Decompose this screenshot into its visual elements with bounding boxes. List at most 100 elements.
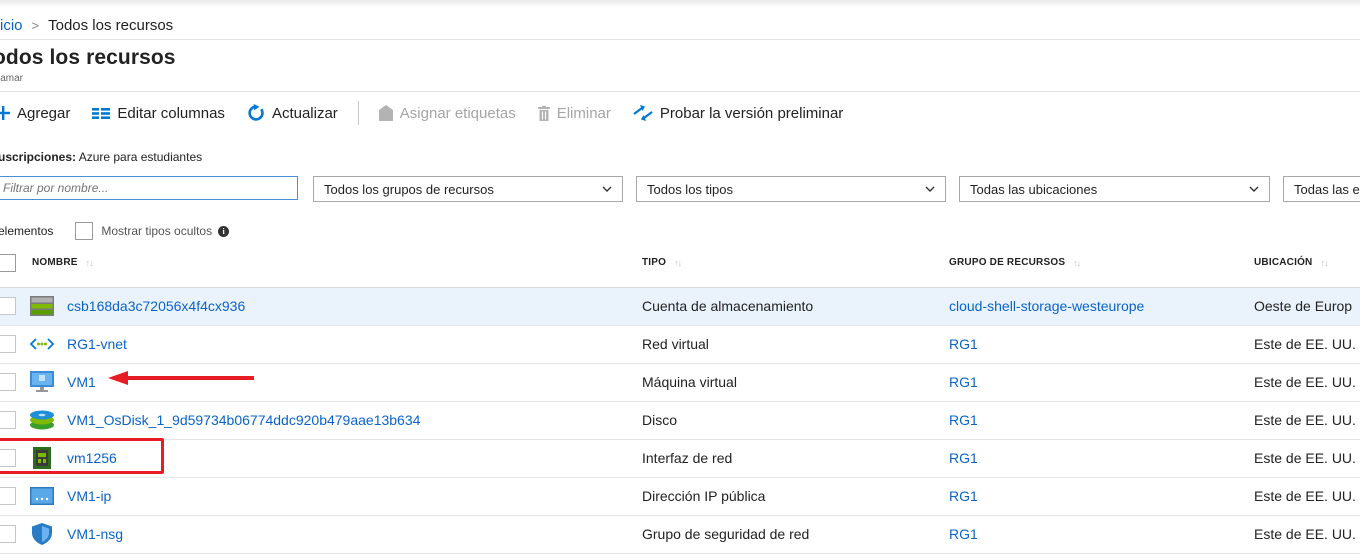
divider xyxy=(0,39,1360,40)
resource-name-link[interactable]: VM1-nsg xyxy=(67,526,123,542)
resource-name-link[interactable]: VM1-ip xyxy=(67,488,111,504)
resource-name-link[interactable]: VM1_OsDisk_1_9d59734b06774ddc920b479aae1… xyxy=(67,412,420,428)
page-title: odos los recursos xyxy=(0,46,176,69)
row-checkbox[interactable] xyxy=(0,297,16,315)
subscriptions-value: Azure para estudiantes xyxy=(78,150,203,164)
resource-groups-dropdown[interactable]: Todos los grupos de recursos xyxy=(313,176,623,202)
chevron-down-icon xyxy=(602,186,612,192)
resource-type: Red virtual xyxy=(642,336,709,352)
types-value: Todos los tipos xyxy=(647,181,733,197)
sort-arrows-icon: ↑↓ xyxy=(1073,257,1081,268)
sort-arrows-icon: ↑↓ xyxy=(1320,257,1328,268)
column-header-type-label: TIPO xyxy=(642,257,667,268)
row-checkbox[interactable] xyxy=(0,525,16,543)
column-header-type[interactable]: TIPO ↑↓ xyxy=(642,257,682,268)
resource-group-link[interactable]: RG1 xyxy=(949,450,978,466)
add-button-label: Agregar xyxy=(17,104,71,122)
info-icon[interactable]: i xyxy=(218,225,230,237)
column-header-group[interactable]: GRUPO DE RECURSOS ↑↓ xyxy=(949,257,1081,268)
public-ip-icon xyxy=(30,485,54,507)
column-header-name-label: NOMBRE xyxy=(32,257,78,268)
edit-columns-button[interactable]: Editar columnas xyxy=(92,105,225,122)
chevron-down-icon xyxy=(1249,186,1259,192)
table-row[interactable]: VM1_OsDisk_1_9d59734b06774ddc920b479aae1… xyxy=(0,402,1360,440)
locations-dropdown[interactable]: Todas las ubicaciones xyxy=(959,176,1270,202)
preview-arrows-icon xyxy=(633,105,653,121)
resource-location: Oeste de Europ xyxy=(1254,298,1353,314)
resource-name-link[interactable]: RG1-vnet xyxy=(67,336,127,352)
delete-label: Eliminar xyxy=(556,104,611,122)
page-subtitle: jamar xyxy=(0,73,24,84)
resource-group-link[interactable]: cloud-shell-storage-westeurope xyxy=(949,298,1144,314)
resource-group-link[interactable]: RG1 xyxy=(949,488,978,504)
tags-dropdown[interactable]: Todas las e xyxy=(1283,176,1360,202)
resource-type: Dirección IP pública xyxy=(642,488,766,504)
resource-location: Este de EE. UU. xyxy=(1254,450,1356,466)
resource-location: Este de EE. UU. xyxy=(1254,412,1356,428)
delete-button[interactable]: Eliminar xyxy=(537,104,611,122)
top-edge xyxy=(0,0,1360,8)
row-checkbox[interactable] xyxy=(0,411,16,429)
filter-by-name-input[interactable] xyxy=(0,176,298,200)
locations-value: Todas las ubicaciones xyxy=(970,181,1098,197)
refresh-label: Actualizar xyxy=(271,104,338,122)
add-button[interactable]: Agregar xyxy=(0,105,70,122)
resources-table: NOMBRE ↑↓ TIPO ↑↓ GRUPO DE RECURSOS ↑↓ UBIC… xyxy=(0,245,1360,554)
tags-value: Todas las e xyxy=(1294,181,1360,197)
resource-group-link[interactable]: RG1 xyxy=(949,526,978,542)
resource-group-link[interactable]: RG1 xyxy=(949,412,978,428)
assign-tags-button[interactable]: Asignar etiquetas xyxy=(378,104,516,122)
try-preview-button[interactable]: Probar la versión preliminar xyxy=(633,105,843,122)
show-hidden-types-checkbox[interactable] xyxy=(75,222,94,240)
resource-type: Cuenta de almacenamiento xyxy=(642,298,814,314)
breadcrumb-current: Todos los recursos xyxy=(48,16,174,34)
row-checkbox[interactable] xyxy=(0,373,16,391)
types-dropdown[interactable]: Todos los tipos xyxy=(636,176,946,202)
virtual-network-icon xyxy=(30,333,54,355)
breadcrumb: icio > Todos los recursos xyxy=(0,14,173,36)
storage-account-icon xyxy=(30,295,54,317)
resource-groups-value: Todos los grupos de recursos xyxy=(324,181,494,197)
resource-type: Disco xyxy=(642,412,678,428)
breadcrumb-chevron-icon: > xyxy=(31,17,40,33)
refresh-button[interactable]: Actualizar xyxy=(247,104,338,122)
resource-group-link[interactable]: RG1 xyxy=(949,374,978,390)
edit-columns-label: Editar columnas xyxy=(117,104,225,122)
annotation-arrow-icon xyxy=(108,371,254,385)
resource-name-link[interactable]: VM1 xyxy=(67,374,96,390)
breadcrumb-home-link[interactable]: icio xyxy=(0,17,23,34)
table-row[interactable]: RG1-vnet Red virtual RG1 Este de EE. UU. xyxy=(0,326,1360,364)
columns-icon xyxy=(92,107,111,119)
column-header-location-label: UBICACIÓN xyxy=(1254,257,1313,268)
table-row[interactable]: VM1-nsg Grupo de seguridad de red RG1 Es… xyxy=(0,516,1360,554)
sort-arrows-icon: ↑↓ xyxy=(674,257,682,268)
table-row[interactable]: vm1256 Interfaz de red RG1 Este de EE. U… xyxy=(0,440,1360,478)
column-header-group-label: GRUPO DE RECURSOS xyxy=(949,257,1066,268)
resource-location: Este de EE. UU. xyxy=(1254,336,1356,352)
row-checkbox[interactable] xyxy=(0,335,16,353)
toolbar: Agregar Editar columnas Actualizar Asign… xyxy=(0,100,865,126)
resource-location: Este de EE. UU. xyxy=(1254,374,1356,390)
tag-icon xyxy=(378,105,393,121)
try-preview-label: Probar la versión preliminar xyxy=(659,104,844,122)
table-row[interactable]: csb168da3c72056x4f4cx936 Cuenta de almac… xyxy=(0,288,1360,326)
resource-location: Este de EE. UU. xyxy=(1254,526,1356,542)
plus-icon xyxy=(0,106,10,120)
subscriptions-label: uscripciones: xyxy=(0,150,77,164)
column-header-location[interactable]: UBICACIÓN ↑↓ xyxy=(1254,257,1328,268)
divider xyxy=(0,91,1360,92)
refresh-icon xyxy=(248,104,264,121)
trash-icon xyxy=(537,105,550,121)
table-row[interactable]: VM1-ip Dirección IP pública RG1 Este de … xyxy=(0,478,1360,516)
column-header-name[interactable]: NOMBRE ↑↓ xyxy=(32,257,94,268)
virtual-machine-icon xyxy=(30,371,54,393)
sort-arrows-icon: ↑↓ xyxy=(85,257,94,268)
annotation-highlight-box xyxy=(0,438,164,474)
resource-name-link[interactable]: csb168da3c72056x4f4cx936 xyxy=(67,298,245,314)
items-count: elementos xyxy=(0,224,54,238)
assign-tags-label: Asignar etiquetas xyxy=(399,104,516,122)
row-checkbox[interactable] xyxy=(0,487,16,505)
resource-location: Este de EE. UU. xyxy=(1254,488,1356,504)
select-all-checkbox[interactable] xyxy=(0,254,16,272)
resource-group-link[interactable]: RG1 xyxy=(949,336,978,352)
